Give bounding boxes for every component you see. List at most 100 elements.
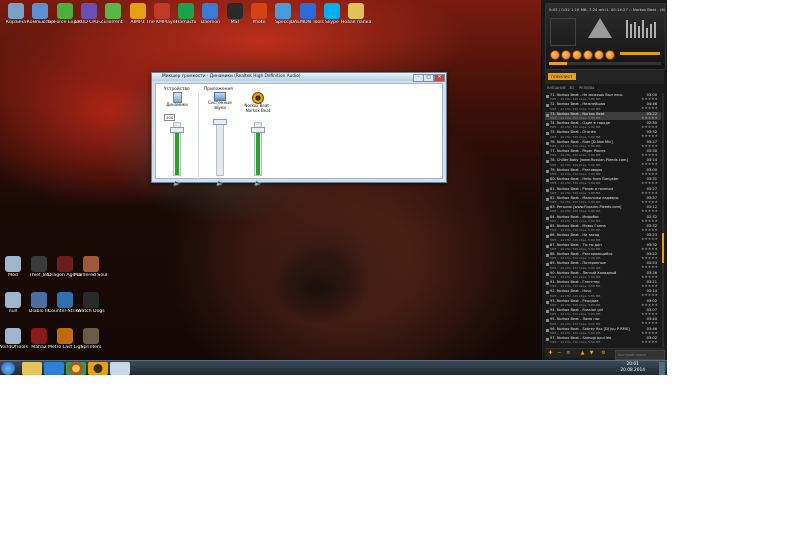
track-rating[interactable]: ★★★★★ [641, 172, 658, 176]
track-rating[interactable]: ★★★★★ [641, 303, 658, 307]
volume-slider-aimp[interactable] [251, 122, 265, 176]
playlist-item[interactable]: 76. Norkox Beat - Ride [D-Nox Mix] 03:27 M… [545, 140, 661, 148]
track-rating[interactable]: ★★★★★ [641, 312, 658, 316]
playlist-item[interactable]: 89. Norkox Beat - Потерянные 03:53 MP3 :: … [545, 261, 661, 270]
playlist-item[interactable]: 75. Norkox Beat - Огонек 03:32 MP3 :: 44 k… [545, 130, 661, 139]
scrollbar-thumb[interactable] [662, 233, 664, 263]
playlist-item[interactable]: 92. Norkox Beat - Ночь 03:14 MP3 :: 44 kHz… [545, 289, 661, 298]
show-desktop-button[interactable] [659, 362, 665, 375]
maximize-button[interactable]: □ [423, 74, 434, 82]
next-button[interactable] [594, 50, 604, 60]
playlist-item[interactable]: 88. Norkox Beat - Разгорающийся 03:22 MP3 … [545, 252, 661, 260]
track-rating[interactable]: ★★★★★ [641, 331, 658, 335]
playlist-item[interactable]: 95. Norkox Beat - Лама нас 03:40 MP3 :: 44… [545, 317, 661, 326]
track-bullet-icon [546, 216, 549, 220]
playlist-item[interactable]: 78. Chiller Baby [www.Russian-Pleeds.com… [545, 158, 661, 167]
track-rating[interactable]: ★★★★★ [641, 321, 658, 325]
tab-playlist[interactable]: ПЛЕЙЛИСТ [548, 73, 576, 80]
desktop-shortcut-icon[interactable]: Новая папка [339, 3, 373, 25]
remove-icon[interactable]: − [556, 350, 563, 357]
playlist-item[interactable]: 83. Personal [www.Russian-Pleeds.com] 03:… [545, 205, 661, 213]
playlist-item[interactable]: 84. Norkox Beat - Инфобос 02:32 MP3 :: 44 … [545, 215, 661, 223]
playlist-item[interactable]: 90. Norkox Beat - Легкий Холодный 03:26 MP… [545, 271, 661, 279]
playlist-item[interactable]: 80. Norkox Beat - Hello from Gangster 03:… [545, 177, 661, 185]
track-rating[interactable]: ★★★★★ [641, 209, 658, 213]
settings-icon[interactable]: ⚙ [600, 350, 607, 357]
track-rating[interactable]: ★★★★★ [641, 256, 658, 260]
track-rating[interactable]: ★★★★★ [641, 228, 658, 232]
track-rating[interactable]: ★★★★★ [641, 97, 658, 101]
playlist-item[interactable]: 72. Norkox Beat - Нежнейшая 04:46 MP3 :: 4… [545, 102, 661, 111]
subtab-external[interactable]: ВНЕШНИЕ [547, 86, 566, 90]
track-rating[interactable]: ★★★★★ [641, 275, 658, 279]
play-button[interactable] [561, 50, 571, 60]
playlist-item[interactable]: 97. Norkox Beat - Samogi boul leo 03:02 MP… [545, 336, 661, 344]
playlist-item[interactable]: 87. Norkox Beat - Ты ты дон 03:32 MP3 :: 4… [545, 243, 661, 251]
playlist-item[interactable]: 96. Norkox Beat - Sabrey fixx [DJ Juu P … [545, 327, 661, 335]
track-rating[interactable]: ★★★★★ [641, 265, 658, 269]
desktop-shortcut-icon[interactable]: Watch Dogs [74, 292, 108, 314]
track-rating[interactable]: ★★★★★ [641, 284, 658, 288]
add-icon[interactable]: ✚ [547, 350, 554, 357]
track-rating[interactable]: ★★★★★ [641, 237, 658, 241]
start-button[interactable] [1, 362, 15, 375]
playlist-scrollbar[interactable] [662, 93, 664, 347]
desktop-shortcut-icon[interactable]: Murdered Soul Suspect [74, 256, 108, 278]
slider-thumb[interactable] [251, 126, 265, 133]
track-rating[interactable]: ★★★★★ [641, 125, 658, 129]
sort-icon[interactable]: ≡ [565, 350, 572, 357]
open-button[interactable] [605, 50, 615, 60]
playlist-item[interactable]: 91. Norkox Beat - Гангстер 03:21 MP3 :: 44… [545, 280, 661, 288]
playlist-item[interactable]: 71. Norkox Beat - Не можешь был ночь 03:0… [545, 93, 661, 101]
mute-speaker-icon[interactable]: 🔊 [254, 180, 261, 187]
playlist-item[interactable]: 94. Norkox Beat - Russian girl 03:07 MP3 :… [545, 308, 661, 316]
explorer-task-icon[interactable] [22, 362, 42, 375]
down-icon[interactable]: ▼ [588, 350, 595, 357]
playlist-item[interactable]: 85. Norkox Beat - Мамы Ганна 03:32 MP3 :: … [545, 224, 661, 232]
up-icon[interactable]: ▲ [579, 350, 586, 357]
prev-button[interactable] [550, 50, 560, 60]
track-rating[interactable]: ★★★★★ [641, 200, 658, 204]
playlist-item[interactable]: 81. Norkox Beat - Разом и полным 03:27 MP3… [545, 187, 661, 195]
aimp-task-icon[interactable] [88, 362, 108, 375]
chrome-task-icon[interactable] [66, 362, 86, 375]
playlist-item[interactable]: 73. Norkox Beat - Norkox Beat 03:22 MP3 ::… [545, 111, 661, 121]
ie-task-icon[interactable] [44, 362, 64, 375]
track-rating[interactable]: ★★★★★ [641, 181, 658, 185]
track-rating[interactable]: ★★★★★ [641, 219, 658, 223]
subtab-releases[interactable]: РЕЛИЗЫ [579, 86, 594, 90]
volume-slider-speakers[interactable] [170, 122, 184, 176]
mixer-titlebar[interactable]: Микшер громкости - Динамики (Realtek Hig… [152, 73, 446, 82]
close-button[interactable]: ✕ [434, 74, 445, 82]
track-rating[interactable]: ★★★★★ [641, 116, 658, 120]
track-rating[interactable]: ★★★★★ [641, 106, 658, 110]
volume-bar[interactable] [620, 52, 660, 55]
subtab-3d[interactable]: 3D [569, 86, 574, 90]
playlist-item[interactable]: 86. Norkox Beat - На заход 03:23 MP3 :: 44… [545, 233, 661, 242]
track-rating[interactable]: ★★★★★ [641, 144, 658, 148]
track-rating[interactable]: ★★★★★ [641, 247, 658, 251]
track-rating[interactable]: ★★★★★ [641, 153, 658, 157]
seek-bar[interactable] [549, 62, 661, 65]
mute-speaker-icon[interactable]: 🔊 [216, 180, 223, 187]
stop-button[interactable] [583, 50, 593, 60]
quick-search-input[interactable] [615, 350, 665, 360]
pause-button[interactable] [572, 50, 582, 60]
volume-slider-system[interactable] [213, 119, 227, 176]
playlist-item[interactable]: 82. Norkox Beat - Мальчики кадавры 03:37 M… [545, 196, 661, 204]
playlist-item[interactable]: 77. Norkox Beat - Paper Planes 03:30 MP3 :… [545, 149, 661, 157]
track-rating[interactable]: ★★★★★ [641, 162, 658, 166]
desktop-shortcut-icon[interactable]: Sprinters [74, 328, 108, 350]
slider-thumb[interactable] [213, 119, 227, 125]
track-rating[interactable]: ★★★★★ [641, 191, 658, 195]
track-rating[interactable]: ★★★★★ [641, 134, 658, 138]
track-rating[interactable]: ★★★★★ [641, 340, 658, 344]
playlist-item[interactable]: 74. Norkox Beat - Один в городе 02:30 MP3 … [545, 121, 661, 129]
mute-speaker-icon[interactable]: 🔊 [173, 180, 180, 187]
tray-clock[interactable]: 20:01 20.08.2014 [620, 362, 645, 374]
playlist-item[interactable]: 79. Norkox Beat - Разговоры 03:00 MP3 :: 4… [545, 168, 661, 176]
playlist-item[interactable]: 93. Norkox Beat - Рецидив 03:02 MP3 :: 44 … [545, 299, 661, 307]
mixer-task-icon[interactable] [110, 362, 130, 375]
track-rating[interactable]: ★★★★★ [641, 293, 658, 297]
slider-thumb[interactable] [170, 126, 184, 133]
